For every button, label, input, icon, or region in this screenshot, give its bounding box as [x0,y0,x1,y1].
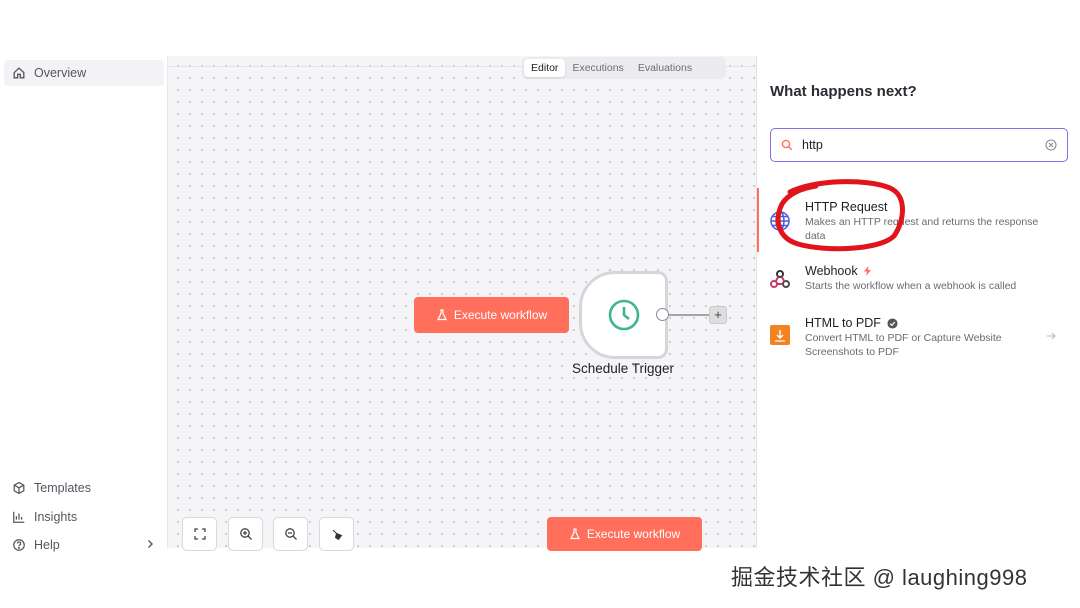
result-title-text: Webhook [805,264,858,278]
execute-workflow-label: Execute workflow [453,308,548,322]
result-title: HTML to PDF [805,316,898,330]
result-description: Starts the workflow when a webhook is ca… [805,280,1017,292]
execute-workflow-label: Execute workflow [586,527,681,541]
execute-workflow-button[interactable]: Execute workflow [414,297,569,333]
bar-chart-icon [12,510,26,524]
zoom-in-button[interactable] [228,517,263,551]
globe-icon [769,210,791,232]
arrow-right-icon[interactable] [1045,330,1057,342]
connector-line [669,314,709,316]
zoom-in-icon [239,528,252,540]
chevron-right-icon[interactable] [144,538,156,550]
box-icon [12,481,26,495]
broom-icon [332,529,342,541]
result-html-to-pdf[interactable]: HTML to PDF Convert HTML to PDF or Captu… [757,314,1080,364]
clock-icon [608,299,639,331]
fit-view-button[interactable] [182,517,217,551]
clear-icon[interactable] [1045,139,1057,151]
schedule-trigger-node[interactable] [579,271,668,359]
webhook-icon [769,268,791,290]
sidebar-item-label: Templates [34,481,91,495]
node-creator-panel: What happens next? HTTP Request Makes an… [756,56,1080,548]
home-icon [12,66,26,80]
sidebar-item-label: Overview [34,66,87,80]
sidebar-item-label: Help [34,538,60,552]
fullscreen-icon [193,528,206,540]
sidebar-item-overview[interactable]: Overview [4,60,164,86]
result-webhook[interactable]: Webhook Starts the workflow when a webho… [757,262,1080,302]
tab-evaluations[interactable]: Evaluations [631,59,699,77]
panel-title: What happens next? [770,83,917,100]
sidebar: Overview Templates Insights Help [0,56,168,552]
execute-workflow-button-bottom[interactable]: Execute workflow [547,517,702,551]
result-title: Webhook [805,264,872,278]
search-input[interactable] [802,136,1032,154]
result-http-request[interactable]: HTTP Request Makes an HTTP request and r… [757,196,1080,254]
verified-badge-icon [887,317,898,329]
watermark: 掘金技术社区 @ laughing998 [731,565,1028,590]
search-icon [781,139,793,151]
flask-icon [436,309,447,321]
search-field[interactable] [770,128,1068,162]
node-output-handle[interactable] [656,308,669,321]
tab-editor[interactable]: Editor [524,59,566,77]
result-description: Convert HTML to PDF or Capture Website S… [805,332,1002,358]
tab-executions[interactable]: Executions [565,59,630,77]
zoom-out-button[interactable] [273,517,308,551]
zoom-out-icon [284,528,297,540]
result-description: Makes an HTTP request and returns the re… [805,216,1039,242]
add-node-button[interactable]: + [709,306,727,324]
pdf-icon [769,324,791,346]
view-tabs: Editor Executions Evaluations [522,57,726,79]
trigger-bolt-icon [863,266,871,276]
tidy-up-button[interactable] [319,517,354,551]
sidebar-item-insights[interactable]: Insights [4,504,164,530]
result-title: HTTP Request [805,200,888,214]
sidebar-item-label: Insights [34,510,78,524]
sidebar-item-help[interactable]: Help [4,532,164,558]
schedule-trigger-label: Schedule Trigger [571,361,675,376]
flask-icon [569,528,580,540]
help-icon [12,538,26,552]
result-title-text: HTML to PDF [805,316,881,330]
sidebar-item-templates[interactable]: Templates [4,475,164,501]
